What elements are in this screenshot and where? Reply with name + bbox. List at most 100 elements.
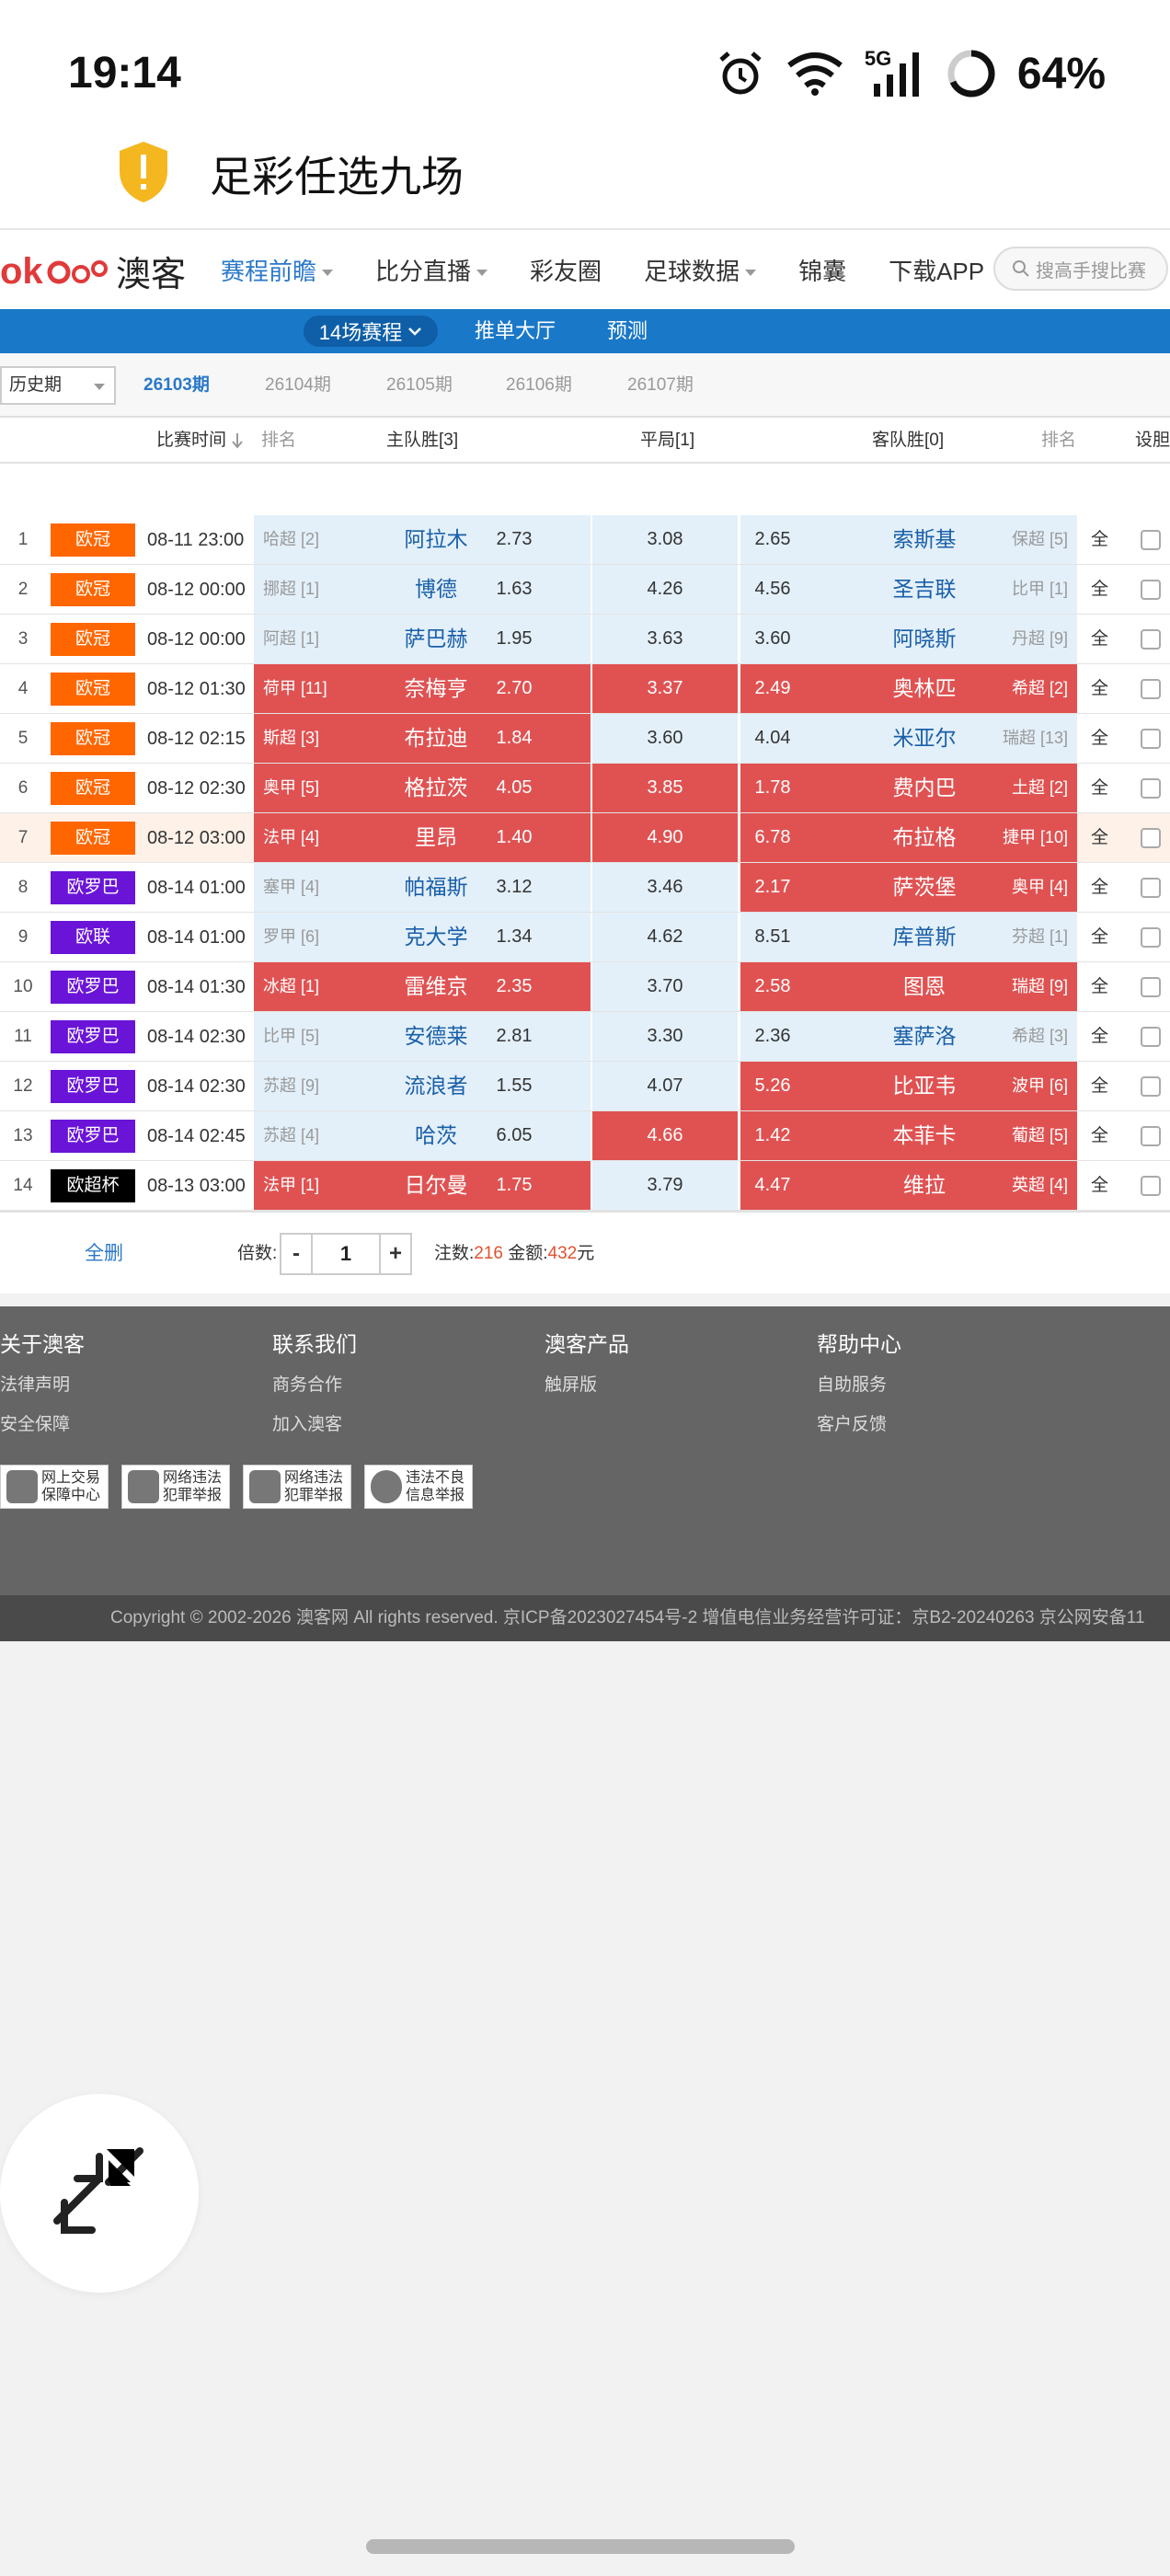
away-team[interactable]: 布拉格 bbox=[860, 813, 989, 862]
away-win-cell[interactable]: 1.42 本菲卡 葡超 [5] bbox=[740, 1111, 1077, 1160]
home-win-cell[interactable]: 挪超 [1] 博德 1.63 bbox=[254, 565, 591, 614]
league-badge[interactable]: 欧冠 bbox=[51, 772, 135, 805]
away-win-cell[interactable]: 6.78 布拉格 捷甲 [10] bbox=[740, 813, 1077, 862]
away-win-cell[interactable]: 3.60 阿晓斯 丹超 [9] bbox=[740, 615, 1077, 663]
away-win-cell[interactable]: 2.65 索斯基 保超 [5] bbox=[740, 515, 1077, 564]
delete-all-button[interactable]: 全删 bbox=[85, 1213, 123, 1295]
header-match-time[interactable]: 比赛时间 bbox=[156, 418, 244, 464]
draw-cell[interactable]: 3.60 bbox=[592, 714, 738, 763]
nav-live-score[interactable]: 比分直播 bbox=[375, 253, 488, 287]
home-team[interactable]: 日尔曼 bbox=[390, 1161, 482, 1210]
nav-football-data[interactable]: 足球数据 bbox=[644, 253, 757, 287]
away-team[interactable]: 萨茨堡 bbox=[860, 863, 989, 912]
draw-cell[interactable]: 3.30 bbox=[592, 1012, 738, 1061]
draw-cell[interactable]: 4.26 bbox=[592, 565, 738, 614]
banker-checkbox[interactable] bbox=[1141, 679, 1161, 699]
away-win-cell[interactable]: 2.58 图恩 瑞超 [9] bbox=[740, 962, 1077, 1011]
home-win-cell[interactable]: 冰超 [1] 雷维京 2.35 bbox=[254, 962, 591, 1011]
draw-cell[interactable]: 3.37 bbox=[592, 664, 738, 713]
footer-link[interactable]: 自助服务 bbox=[817, 1371, 901, 1396]
history-period-select[interactable]: 历史期 bbox=[0, 366, 116, 405]
home-win-cell[interactable]: 哈超 [2] 阿拉木 2.73 bbox=[254, 515, 591, 564]
home-win-cell[interactable]: 斯超 [3] 布拉迪 1.84 bbox=[254, 714, 591, 763]
away-win-cell[interactable]: 2.17 萨茨堡 奥甲 [4] bbox=[740, 863, 1077, 912]
league-badge[interactable]: 欧罗巴 bbox=[51, 1070, 135, 1103]
draw-cell[interactable]: 3.85 bbox=[592, 764, 738, 812]
multiplier-input[interactable]: 1 bbox=[311, 1235, 381, 1273]
select-all-button[interactable]: 全 bbox=[1091, 764, 1108, 813]
banker-checkbox[interactable] bbox=[1141, 927, 1161, 948]
select-all-button[interactable]: 全 bbox=[1091, 1012, 1108, 1062]
trust-badge[interactable]: 网上交易 保障中心 bbox=[0, 1465, 109, 1509]
banker-checkbox[interactable] bbox=[1141, 1076, 1161, 1097]
nav-community[interactable]: 彩友圈 bbox=[530, 253, 602, 287]
home-win-cell[interactable]: 比甲 [5] 安德莱 2.81 bbox=[254, 1012, 591, 1061]
home-team[interactable]: 萨巴赫 bbox=[390, 615, 482, 663]
nav-download-app[interactable]: 下载APP bbox=[889, 253, 984, 287]
home-team[interactable]: 博德 bbox=[390, 565, 482, 614]
select-all-button[interactable]: 全 bbox=[1091, 1062, 1108, 1111]
banker-checkbox[interactable] bbox=[1141, 530, 1161, 550]
banker-checkbox[interactable] bbox=[1141, 778, 1161, 799]
banker-checkbox[interactable] bbox=[1141, 1176, 1161, 1196]
league-badge[interactable]: 欧联 bbox=[51, 921, 135, 954]
schedule-type-select[interactable]: 14场赛程 bbox=[304, 316, 438, 347]
league-badge[interactable]: 欧冠 bbox=[51, 673, 135, 706]
select-all-button[interactable]: 全 bbox=[1091, 813, 1108, 863]
league-badge[interactable]: 欧冠 bbox=[51, 722, 135, 755]
away-team[interactable]: 图恩 bbox=[860, 962, 989, 1011]
home-team[interactable]: 奈梅亨 bbox=[390, 664, 482, 713]
league-badge[interactable]: 欧罗巴 bbox=[51, 871, 135, 904]
footer-link[interactable]: 加入澳客 bbox=[272, 1410, 357, 1435]
away-win-cell[interactable]: 1.78 费内巴 土超 [2] bbox=[740, 764, 1077, 812]
away-win-cell[interactable]: 5.26 比亚韦 波甲 [6] bbox=[740, 1062, 1077, 1110]
away-team[interactable]: 比亚韦 bbox=[860, 1062, 989, 1110]
away-team[interactable]: 阿晓斯 bbox=[860, 615, 989, 663]
away-team[interactable]: 奥林匹 bbox=[860, 664, 989, 713]
away-win-cell[interactable]: 4.56 圣吉联 比甲 [1] bbox=[740, 565, 1077, 614]
home-win-cell[interactable]: 阿超 [1] 萨巴赫 1.95 bbox=[254, 615, 591, 663]
draw-cell[interactable]: 4.62 bbox=[592, 913, 738, 961]
period-tab[interactable]: 26104期 bbox=[265, 353, 331, 418]
draw-cell[interactable]: 4.66 bbox=[592, 1111, 738, 1160]
footer-link[interactable]: 客户反馈 bbox=[817, 1410, 901, 1435]
banker-checkbox[interactable] bbox=[1141, 878, 1161, 898]
away-team[interactable]: 索斯基 bbox=[860, 515, 989, 564]
footer-link[interactable]: 商务合作 bbox=[272, 1371, 357, 1396]
home-team[interactable]: 格拉茨 bbox=[390, 764, 482, 812]
league-badge[interactable]: 欧冠 bbox=[51, 623, 135, 656]
away-team[interactable]: 本菲卡 bbox=[860, 1111, 989, 1160]
away-team[interactable]: 米亚尔 bbox=[860, 714, 989, 763]
home-team[interactable]: 帕福斯 bbox=[390, 863, 482, 912]
away-win-cell[interactable]: 4.47 维拉 英超 [4] bbox=[740, 1161, 1077, 1210]
trust-badge[interactable]: 网络违法 犯罪举报 bbox=[121, 1465, 230, 1509]
league-badge[interactable]: 欧罗巴 bbox=[51, 1120, 135, 1153]
league-badge[interactable]: 欧冠 bbox=[51, 523, 135, 557]
home-win-cell[interactable]: 罗甲 [6] 克大学 1.34 bbox=[254, 913, 591, 961]
league-badge[interactable]: 欧冠 bbox=[51, 573, 135, 606]
banker-checkbox[interactable] bbox=[1141, 629, 1161, 650]
home-team[interactable]: 哈茨 bbox=[390, 1111, 482, 1160]
banker-checkbox[interactable] bbox=[1141, 828, 1161, 848]
multiplier-minus-button[interactable]: - bbox=[281, 1235, 311, 1273]
search-input[interactable]: 搜高手搜比赛 bbox=[993, 247, 1168, 291]
draw-cell[interactable]: 3.46 bbox=[592, 863, 738, 912]
home-team[interactable]: 雷维京 bbox=[390, 962, 482, 1011]
nav-tips[interactable]: 锦囊 bbox=[798, 253, 846, 287]
home-win-cell[interactable]: 法甲 [1] 日尔曼 1.75 bbox=[254, 1161, 591, 1210]
banker-checkbox[interactable] bbox=[1141, 729, 1161, 749]
tab-prediction[interactable]: 预测 bbox=[607, 309, 648, 353]
home-team[interactable]: 流浪者 bbox=[390, 1062, 482, 1110]
select-all-button[interactable]: 全 bbox=[1091, 1161, 1108, 1211]
period-tab[interactable]: 26106期 bbox=[506, 353, 572, 418]
exit-fullscreen-button[interactable] bbox=[0, 2094, 199, 2293]
select-all-button[interactable]: 全 bbox=[1091, 615, 1108, 664]
league-badge[interactable]: 欧罗巴 bbox=[51, 1020, 135, 1053]
trust-badge[interactable]: 违法不良 信息举报 bbox=[364, 1465, 473, 1509]
trust-badge[interactable]: 网络违法 犯罪举报 bbox=[243, 1465, 351, 1509]
select-all-button[interactable]: 全 bbox=[1091, 714, 1108, 764]
banker-checkbox[interactable] bbox=[1141, 580, 1161, 600]
away-team[interactable]: 维拉 bbox=[860, 1161, 989, 1210]
period-tab[interactable]: 26103期 bbox=[143, 353, 210, 418]
footer-link[interactable]: 法律声明 bbox=[0, 1371, 85, 1396]
